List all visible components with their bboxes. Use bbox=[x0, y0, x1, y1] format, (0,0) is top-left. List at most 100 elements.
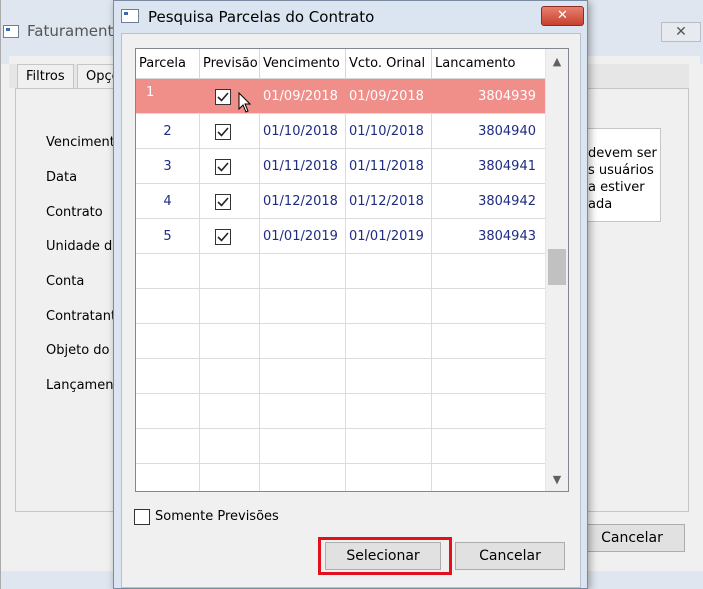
previsao-checkbox[interactable] bbox=[215, 89, 231, 105]
cell-parcela bbox=[136, 289, 200, 324]
scroll-thumb[interactable] bbox=[548, 249, 566, 285]
cell-vcto-original: 01/01/2019 bbox=[346, 219, 432, 254]
table-row[interactable]: 1 01/09/2018 01/09/2018 3804939 bbox=[136, 79, 546, 114]
cell-previsao bbox=[200, 464, 260, 491]
info-line: s usuários bbox=[588, 163, 654, 178]
cell-vcto-original: 01/12/2018 bbox=[346, 184, 432, 219]
cell-vcto-original bbox=[346, 254, 432, 289]
info-line: a estiver bbox=[588, 180, 645, 195]
cell-previsao bbox=[200, 114, 260, 149]
cell-lancamento bbox=[432, 324, 546, 359]
table-row[interactable] bbox=[136, 429, 546, 464]
cell-lancamento bbox=[432, 254, 546, 289]
cell-previsao bbox=[200, 149, 260, 184]
cell-parcela: 5 bbox=[136, 219, 200, 254]
table-row[interactable]: 3 01/11/2018 01/11/2018 3804941 bbox=[136, 149, 546, 184]
column-header-parcela[interactable]: Parcela bbox=[136, 49, 200, 79]
cell-previsao bbox=[200, 324, 260, 359]
checkmark-icon bbox=[217, 232, 229, 242]
table-row[interactable] bbox=[136, 254, 546, 289]
cell-previsao bbox=[200, 254, 260, 289]
cell-previsao bbox=[200, 289, 260, 324]
scroll-up-icon[interactable]: ▲ bbox=[546, 51, 568, 73]
cell-vencimento bbox=[260, 394, 346, 429]
cancel-button[interactable]: Cancelar bbox=[455, 542, 565, 570]
cell-parcela bbox=[136, 394, 200, 429]
label-conta: Conta bbox=[46, 274, 85, 289]
cell-vencimento: 01/10/2018 bbox=[260, 114, 346, 149]
cell-vencimento bbox=[260, 429, 346, 464]
cell-parcela bbox=[136, 429, 200, 464]
cell-vcto-original: 01/11/2018 bbox=[346, 149, 432, 184]
cell-previsao bbox=[200, 359, 260, 394]
column-header-lancamento[interactable]: Lancamento bbox=[432, 49, 546, 79]
previsao-checkbox[interactable] bbox=[215, 194, 231, 210]
tab-opcoes[interactable]: Opçõ bbox=[77, 64, 117, 88]
background-cancel-button[interactable]: Cancelar bbox=[579, 524, 685, 552]
cell-vencimento: 01/09/2018 bbox=[263, 89, 338, 104]
cell-vcto-original bbox=[346, 429, 432, 464]
table-row[interactable]: 2 01/10/2018 01/10/2018 3804940 bbox=[136, 114, 546, 149]
cell-parcela bbox=[136, 464, 200, 491]
previsao-checkbox[interactable] bbox=[215, 229, 231, 245]
table-row[interactable]: 5 01/01/2019 01/01/2019 3804943 bbox=[136, 219, 546, 254]
label-contratante: Contratant bbox=[46, 309, 117, 324]
cell-vencimento: 01/01/2019 bbox=[260, 219, 346, 254]
table-row[interactable] bbox=[136, 394, 546, 429]
info-line: ada bbox=[588, 197, 613, 212]
previsao-checkbox[interactable] bbox=[215, 124, 231, 140]
cell-vcto-original: 01/09/2018 bbox=[349, 89, 424, 104]
table-row[interactable] bbox=[136, 464, 546, 491]
checkmark-icon bbox=[217, 162, 229, 172]
dialog-close-button[interactable]: ✕ bbox=[541, 6, 584, 26]
cell-vencimento bbox=[260, 324, 346, 359]
cell-lancamento: 3804939 bbox=[478, 89, 536, 104]
table-row[interactable] bbox=[136, 359, 546, 394]
cell-parcela: 2 bbox=[136, 114, 200, 149]
scroll-down-icon[interactable]: ▼ bbox=[546, 469, 568, 491]
grid-vertical-scrollbar[interactable]: ▲ ▼ bbox=[545, 49, 568, 491]
cell-vcto-original bbox=[346, 359, 432, 394]
somente-previsoes-label: Somente Previsões bbox=[155, 509, 279, 524]
cell-parcela: 3 bbox=[136, 149, 200, 184]
column-header-vcto-original[interactable]: Vcto. Orinal bbox=[346, 49, 432, 79]
cell-lancamento: 3804940 bbox=[432, 114, 546, 149]
cell-previsao bbox=[200, 184, 260, 219]
cell-vcto-original: 01/10/2018 bbox=[346, 114, 432, 149]
cell-vencimento bbox=[260, 289, 346, 324]
cell-vcto-original bbox=[346, 394, 432, 429]
cell-vencimento: 01/12/2018 bbox=[260, 184, 346, 219]
cell-lancamento bbox=[432, 464, 546, 491]
installments-grid[interactable]: Parcela Previsão Vencimento Vcto. Orinal… bbox=[135, 48, 569, 492]
cell-vcto-original bbox=[346, 464, 432, 491]
tab-filtros[interactable]: Filtros bbox=[17, 64, 74, 88]
cell-parcela: 1 bbox=[146, 85, 155, 100]
cell-previsao bbox=[200, 429, 260, 464]
dialog-title: Pesquisa Parcelas do Contrato bbox=[148, 8, 375, 26]
grid-header: Parcela Previsão Vencimento Vcto. Orinal… bbox=[136, 49, 546, 79]
label-contrato: Contrato bbox=[46, 205, 103, 220]
column-header-vencimento[interactable]: Vencimento bbox=[260, 49, 346, 79]
checkmark-icon bbox=[217, 92, 229, 102]
somente-previsoes-checkbox[interactable] bbox=[134, 509, 150, 525]
cell-vcto-original bbox=[346, 324, 432, 359]
cell-parcela bbox=[136, 254, 200, 289]
cell-vencimento: 01/11/2018 bbox=[260, 149, 346, 184]
background-close-button[interactable]: ✕ bbox=[661, 22, 701, 42]
cell-vencimento bbox=[260, 464, 346, 491]
cell-lancamento: 3804942 bbox=[432, 184, 546, 219]
dialog-app-icon bbox=[121, 9, 139, 23]
table-row[interactable]: 4 01/12/2018 01/12/2018 3804942 bbox=[136, 184, 546, 219]
cell-lancamento bbox=[432, 289, 546, 324]
table-row[interactable] bbox=[136, 289, 546, 324]
label-unidade: Unidade de bbox=[46, 239, 121, 254]
checkmark-icon bbox=[217, 197, 229, 207]
cell-lancamento: 3804943 bbox=[432, 219, 546, 254]
mouse-cursor-icon bbox=[238, 92, 252, 113]
previsao-checkbox[interactable] bbox=[215, 159, 231, 175]
column-header-previsao[interactable]: Previsão bbox=[200, 49, 260, 79]
table-row[interactable] bbox=[136, 324, 546, 359]
cell-lancamento bbox=[432, 394, 546, 429]
label-data: Data bbox=[46, 170, 78, 185]
info-line: devem ser bbox=[588, 146, 657, 161]
